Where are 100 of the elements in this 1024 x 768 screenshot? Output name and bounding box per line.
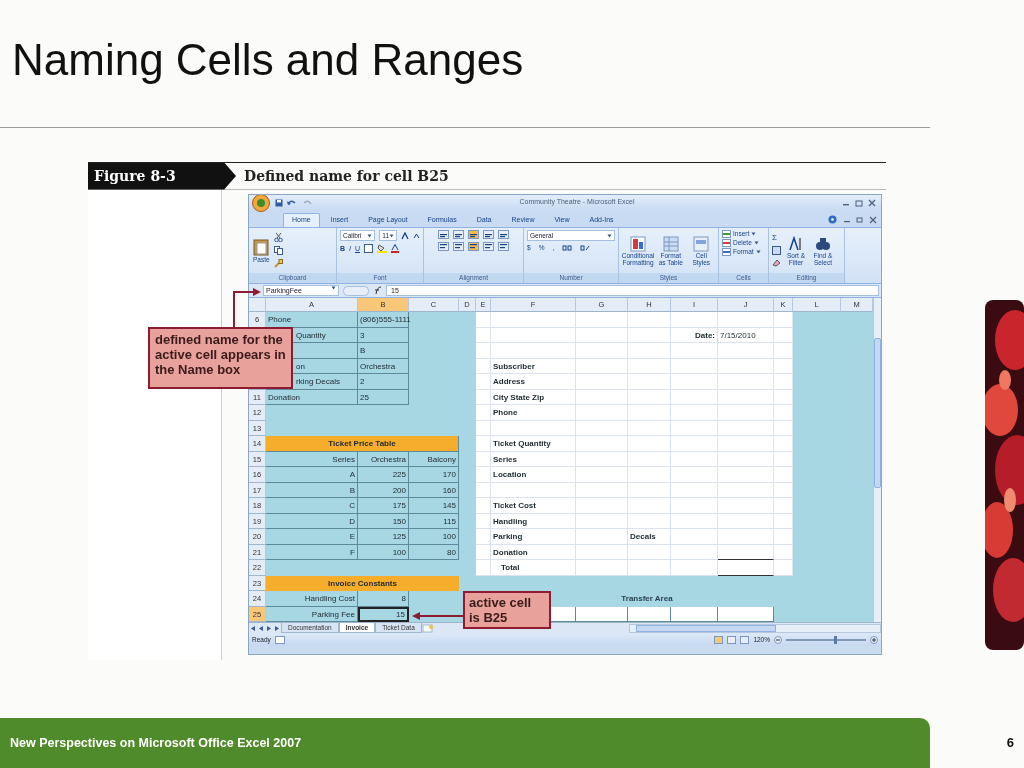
- table-cell: Orchestra: [358, 358, 409, 374]
- function-icon[interactable]: [373, 286, 382, 295]
- caret-icon: [367, 233, 373, 238]
- clipboard-icon: [253, 238, 270, 256]
- vertical-align-icon[interactable]: [453, 230, 464, 239]
- table-cell: Address: [491, 374, 576, 390]
- table-title-band: Ticket Price Table: [266, 436, 459, 452]
- table-cell: Location: [491, 467, 576, 483]
- table-cell: Series: [266, 451, 358, 467]
- zoom-in-icon[interactable]: [870, 635, 878, 644]
- autosum-button[interactable]: Σ: [772, 234, 781, 242]
- fill-color-icon[interactable]: [377, 244, 388, 253]
- leader-arrow: [411, 611, 463, 621]
- save-icon[interactable]: [275, 198, 283, 207]
- table-cell: B: [358, 343, 409, 359]
- table-cell: B: [266, 482, 358, 498]
- macro-record-icon[interactable]: [274, 635, 285, 644]
- zoom-out-icon[interactable]: [774, 635, 782, 644]
- vertical-align-icon[interactable]: [438, 230, 449, 239]
- close-icon[interactable]: [867, 198, 877, 207]
- decrease-decimal-icon[interactable]: [580, 244, 591, 252]
- grow-font-icon[interactable]: [401, 231, 409, 240]
- table-cell: Handling Cost: [266, 591, 358, 607]
- insert-row-icon: [722, 230, 731, 238]
- table-cell: 125: [358, 529, 409, 545]
- table-cell: F: [266, 544, 358, 560]
- table-cell: (806)555-1111: [358, 312, 409, 328]
- figure-label: Figure 8-3: [88, 162, 236, 190]
- caret-icon: [389, 233, 394, 238]
- table-cell: 225: [358, 467, 409, 483]
- binoculars-icon: [815, 235, 831, 252]
- callout-box: defined name for the active cell appears in the Name box: [148, 327, 293, 389]
- horizontal-scrollbar[interactable]: [629, 623, 881, 633]
- scissors-icon[interactable]: [273, 233, 283, 242]
- font-color-icon[interactable]: [391, 244, 400, 253]
- page-number: 6: [1005, 734, 1015, 753]
- close-icon[interactable]: [869, 216, 877, 224]
- table-cell: 25: [358, 389, 409, 405]
- format-cells-icon: [722, 248, 731, 256]
- caret-icon: [607, 233, 612, 238]
- conditional-format-icon: [630, 235, 646, 252]
- table-cell: E: [266, 529, 358, 545]
- scroll-thumb[interactable]: [636, 624, 776, 632]
- table-cell: 8: [358, 591, 409, 607]
- zoom-slider-thumb[interactable]: [834, 635, 837, 644]
- table-cell: 160: [409, 482, 459, 498]
- cell-styles-icon: [693, 235, 710, 252]
- vertical-scrollbar[interactable]: [873, 298, 881, 622]
- table-icon: [662, 235, 679, 252]
- table-cell: 100: [409, 529, 459, 545]
- align-icon[interactable]: [498, 242, 509, 251]
- undo-icon[interactable]: [286, 198, 298, 207]
- table-cell: 175: [358, 498, 409, 514]
- table-cell: A: [266, 467, 358, 483]
- scroll-thumb[interactable]: [874, 338, 881, 488]
- align-icon[interactable]: [483, 242, 494, 251]
- table-cell: Ticket Quantity: [491, 436, 576, 452]
- table-cell: C: [266, 498, 358, 514]
- restore-icon[interactable]: [856, 216, 864, 224]
- slide-title: Naming Cells and Ranges: [12, 36, 524, 85]
- table-cell: Orchestra: [358, 451, 409, 467]
- leader-arrow: [230, 288, 262, 330]
- align-icon[interactable]: [498, 230, 509, 239]
- table-cell: 150: [358, 513, 409, 529]
- table-cell: 80: [409, 544, 459, 560]
- table-cell: Balcony: [409, 451, 459, 467]
- borders-icon[interactable]: [364, 244, 374, 253]
- table-cell: 2: [358, 374, 409, 390]
- table-title-band: Invoice Constants: [266, 575, 459, 591]
- align-icon[interactable]: [468, 242, 479, 251]
- table-cell-text: Transfer Area: [620, 593, 674, 605]
- office-button-icon[interactable]: [251, 195, 271, 212]
- table-cell: 3: [358, 327, 409, 343]
- brush-icon[interactable]: [273, 259, 283, 268]
- delete-row-icon: [722, 239, 731, 247]
- shrink-font-icon[interactable]: [413, 232, 420, 239]
- active-cell[interactable]: 15: [358, 606, 409, 622]
- vertical-align-icon[interactable]: [468, 230, 479, 239]
- table-cell: D: [266, 513, 358, 529]
- align-icon[interactable]: [453, 242, 464, 251]
- table-cell: Ticket Cost: [491, 498, 576, 514]
- align-icon[interactable]: [438, 242, 449, 251]
- footer-text: New Perspectives on Microsoft Office Excel 2007: [0, 718, 930, 768]
- table-cell: Total: [491, 560, 576, 576]
- copy-icon[interactable]: [273, 246, 283, 255]
- table-cell: 100: [358, 544, 409, 560]
- table-cell: 115: [409, 513, 459, 529]
- help-icon[interactable]: [828, 215, 837, 224]
- fill-icon[interactable]: [772, 246, 781, 255]
- caret-icon: [331, 286, 336, 290]
- table-cell: Phone: [491, 405, 576, 421]
- table-cell: 145: [409, 498, 459, 514]
- callout-box: active cell is B25: [463, 591, 551, 629]
- table-cell: 200: [358, 482, 409, 498]
- figure-caption: Defined name for cell B25: [244, 166, 449, 186]
- increase-decimal-icon[interactable]: [562, 244, 573, 252]
- sort-icon: [788, 235, 804, 252]
- table-cell: 170: [409, 467, 459, 483]
- align-icon[interactable]: [483, 230, 494, 239]
- eraser-icon[interactable]: [772, 259, 781, 267]
